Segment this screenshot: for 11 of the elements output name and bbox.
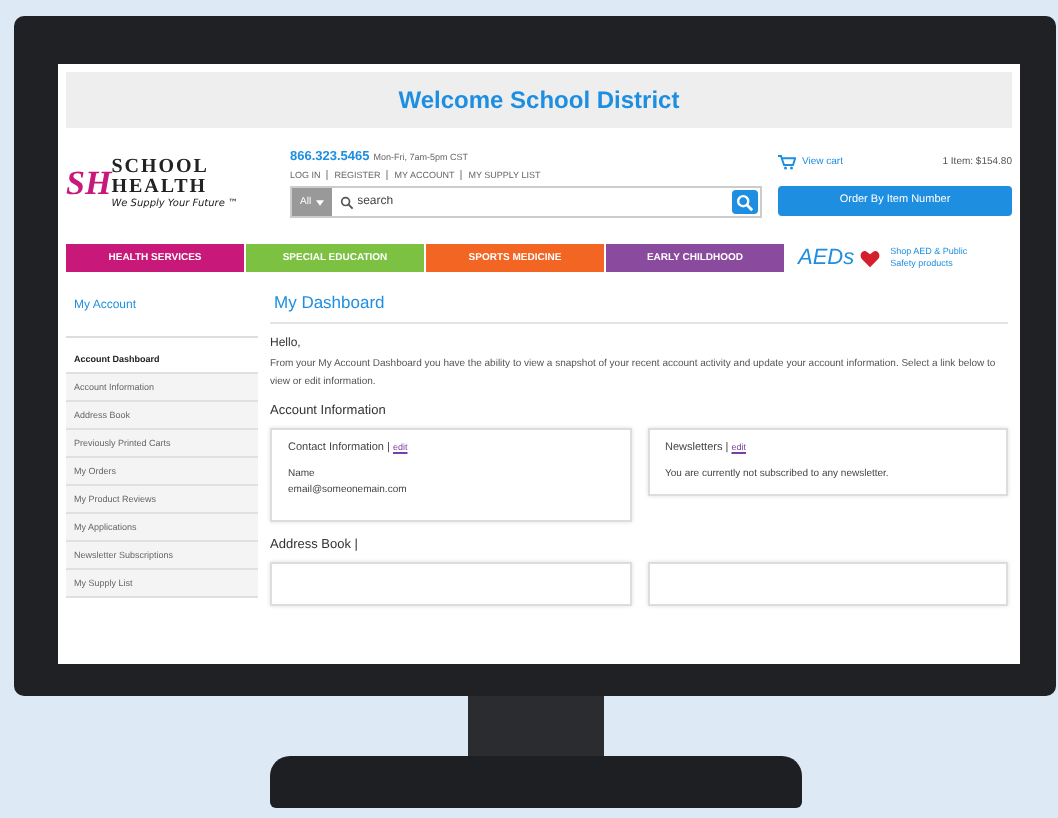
aed-logo-text[interactable]: AEDs — [798, 246, 855, 270]
cart-icon[interactable] — [778, 153, 796, 169]
page-title: My Dashboard — [270, 288, 1008, 324]
heart-icon — [860, 249, 881, 267]
banner-title: Welcome School District — [398, 86, 680, 114]
search-button[interactable] — [732, 190, 758, 214]
caret-icon — [315, 199, 324, 205]
logo-mark[interactable]: SH — [66, 164, 112, 204]
search-icon — [339, 195, 354, 209]
logo-word: HEALTH — [111, 178, 208, 198]
logo-word: SCHOOL — [111, 158, 209, 178]
